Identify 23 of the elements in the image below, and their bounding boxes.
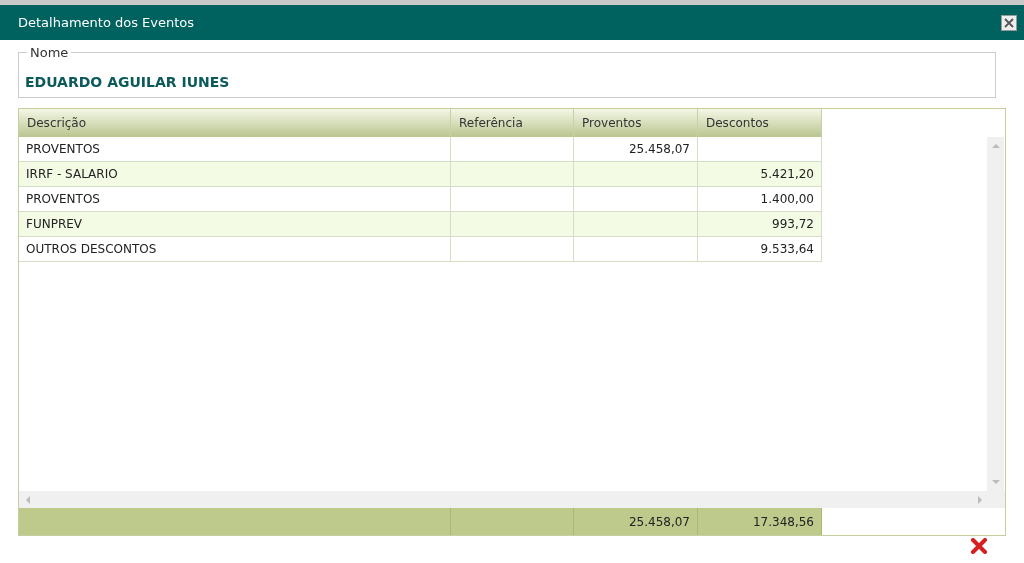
deductions-cell: 5.421,20 [698, 162, 822, 187]
total-cell: 25.458,07 [574, 508, 698, 535]
dialog-title: Detalhamento dos Eventos [18, 15, 195, 30]
total-cell: 17.348,56 [698, 508, 822, 535]
horizontal-scrollbar[interactable] [19, 491, 1005, 508]
column-header[interactable]: Descontos [698, 109, 822, 137]
scroll-right-icon[interactable] [978, 495, 983, 504]
description-cell: IRRF - SALARIO [19, 162, 451, 187]
name-legend: Nome [27, 45, 72, 60]
employee-name: EDUARDO AGUILAR IUNES [25, 74, 230, 90]
description-cell: OUTROS DESCONTOS [19, 237, 451, 262]
deductions-cell: 993,72 [698, 212, 822, 237]
scroll-up-icon[interactable] [991, 143, 1000, 148]
scroll-left-icon[interactable] [25, 495, 30, 504]
deductions-cell: 9.533,64 [698, 237, 822, 262]
close-button[interactable] [1001, 14, 1017, 31]
column-header[interactable]: Proventos [574, 109, 698, 137]
description-cell: FUNPREV [19, 212, 451, 237]
scroll-down-icon[interactable] [991, 480, 1000, 485]
column-header[interactable]: Descrição [19, 109, 451, 137]
vertical-scrollbar[interactable] [987, 137, 1004, 491]
column-header[interactable]: Referência [451, 109, 574, 137]
cancel-button[interactable] [970, 538, 988, 554]
